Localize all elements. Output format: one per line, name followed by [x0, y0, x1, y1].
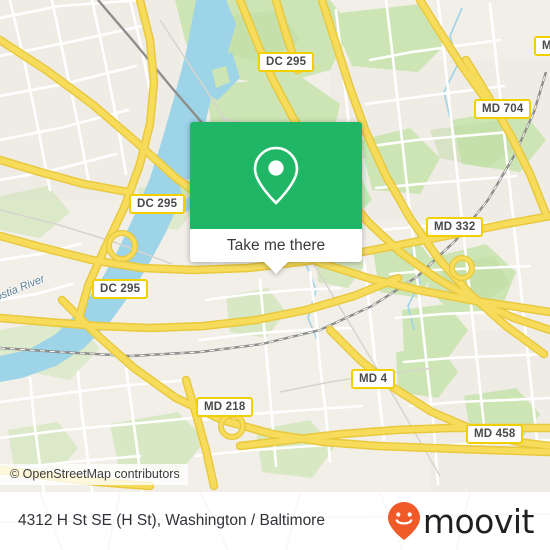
road-shield[interactable]: MD 218 [196, 397, 254, 417]
destination-popup-card[interactable]: Take me there [190, 122, 362, 274]
osm-attribution[interactable]: © OpenStreetMap contributors [0, 464, 188, 485]
popup-pointer-tail [263, 261, 289, 274]
road-shield[interactable]: MD 332 [426, 217, 484, 237]
moovit-pin-smiley-icon [387, 502, 420, 540]
moovit-wordmark: moovit [422, 501, 535, 541]
take-me-there-label: Take me there [226, 236, 326, 254]
road-shield[interactable]: MD 704 [474, 99, 532, 119]
moovit-map-screenshot: DC 295 MD 704 DC 295 MD 332 DC 295 MD 4 … [0, 0, 550, 550]
address-label: 4312 H St SE (H St), Washington / Baltim… [18, 512, 325, 529]
footer-bar: 4312 H St SE (H St), Washington / Baltim… [0, 492, 550, 550]
map-canvas[interactable]: DC 295 MD 704 DC 295 MD 332 DC 295 MD 4 … [0, 0, 550, 492]
popup-header [190, 122, 362, 229]
road-shield-clipped[interactable]: M [534, 36, 550, 56]
road-shield[interactable]: MD 458 [466, 424, 524, 444]
map-pin-icon [253, 146, 299, 205]
road-shield[interactable]: DC 295 [129, 194, 186, 214]
moovit-brand[interactable]: moovit [387, 501, 535, 541]
road-shield[interactable]: MD 4 [351, 369, 396, 389]
road-shield[interactable]: DC 295 [92, 279, 149, 299]
popup-action-row[interactable]: Take me there [190, 229, 362, 262]
road-shield[interactable]: DC 295 [258, 52, 315, 72]
